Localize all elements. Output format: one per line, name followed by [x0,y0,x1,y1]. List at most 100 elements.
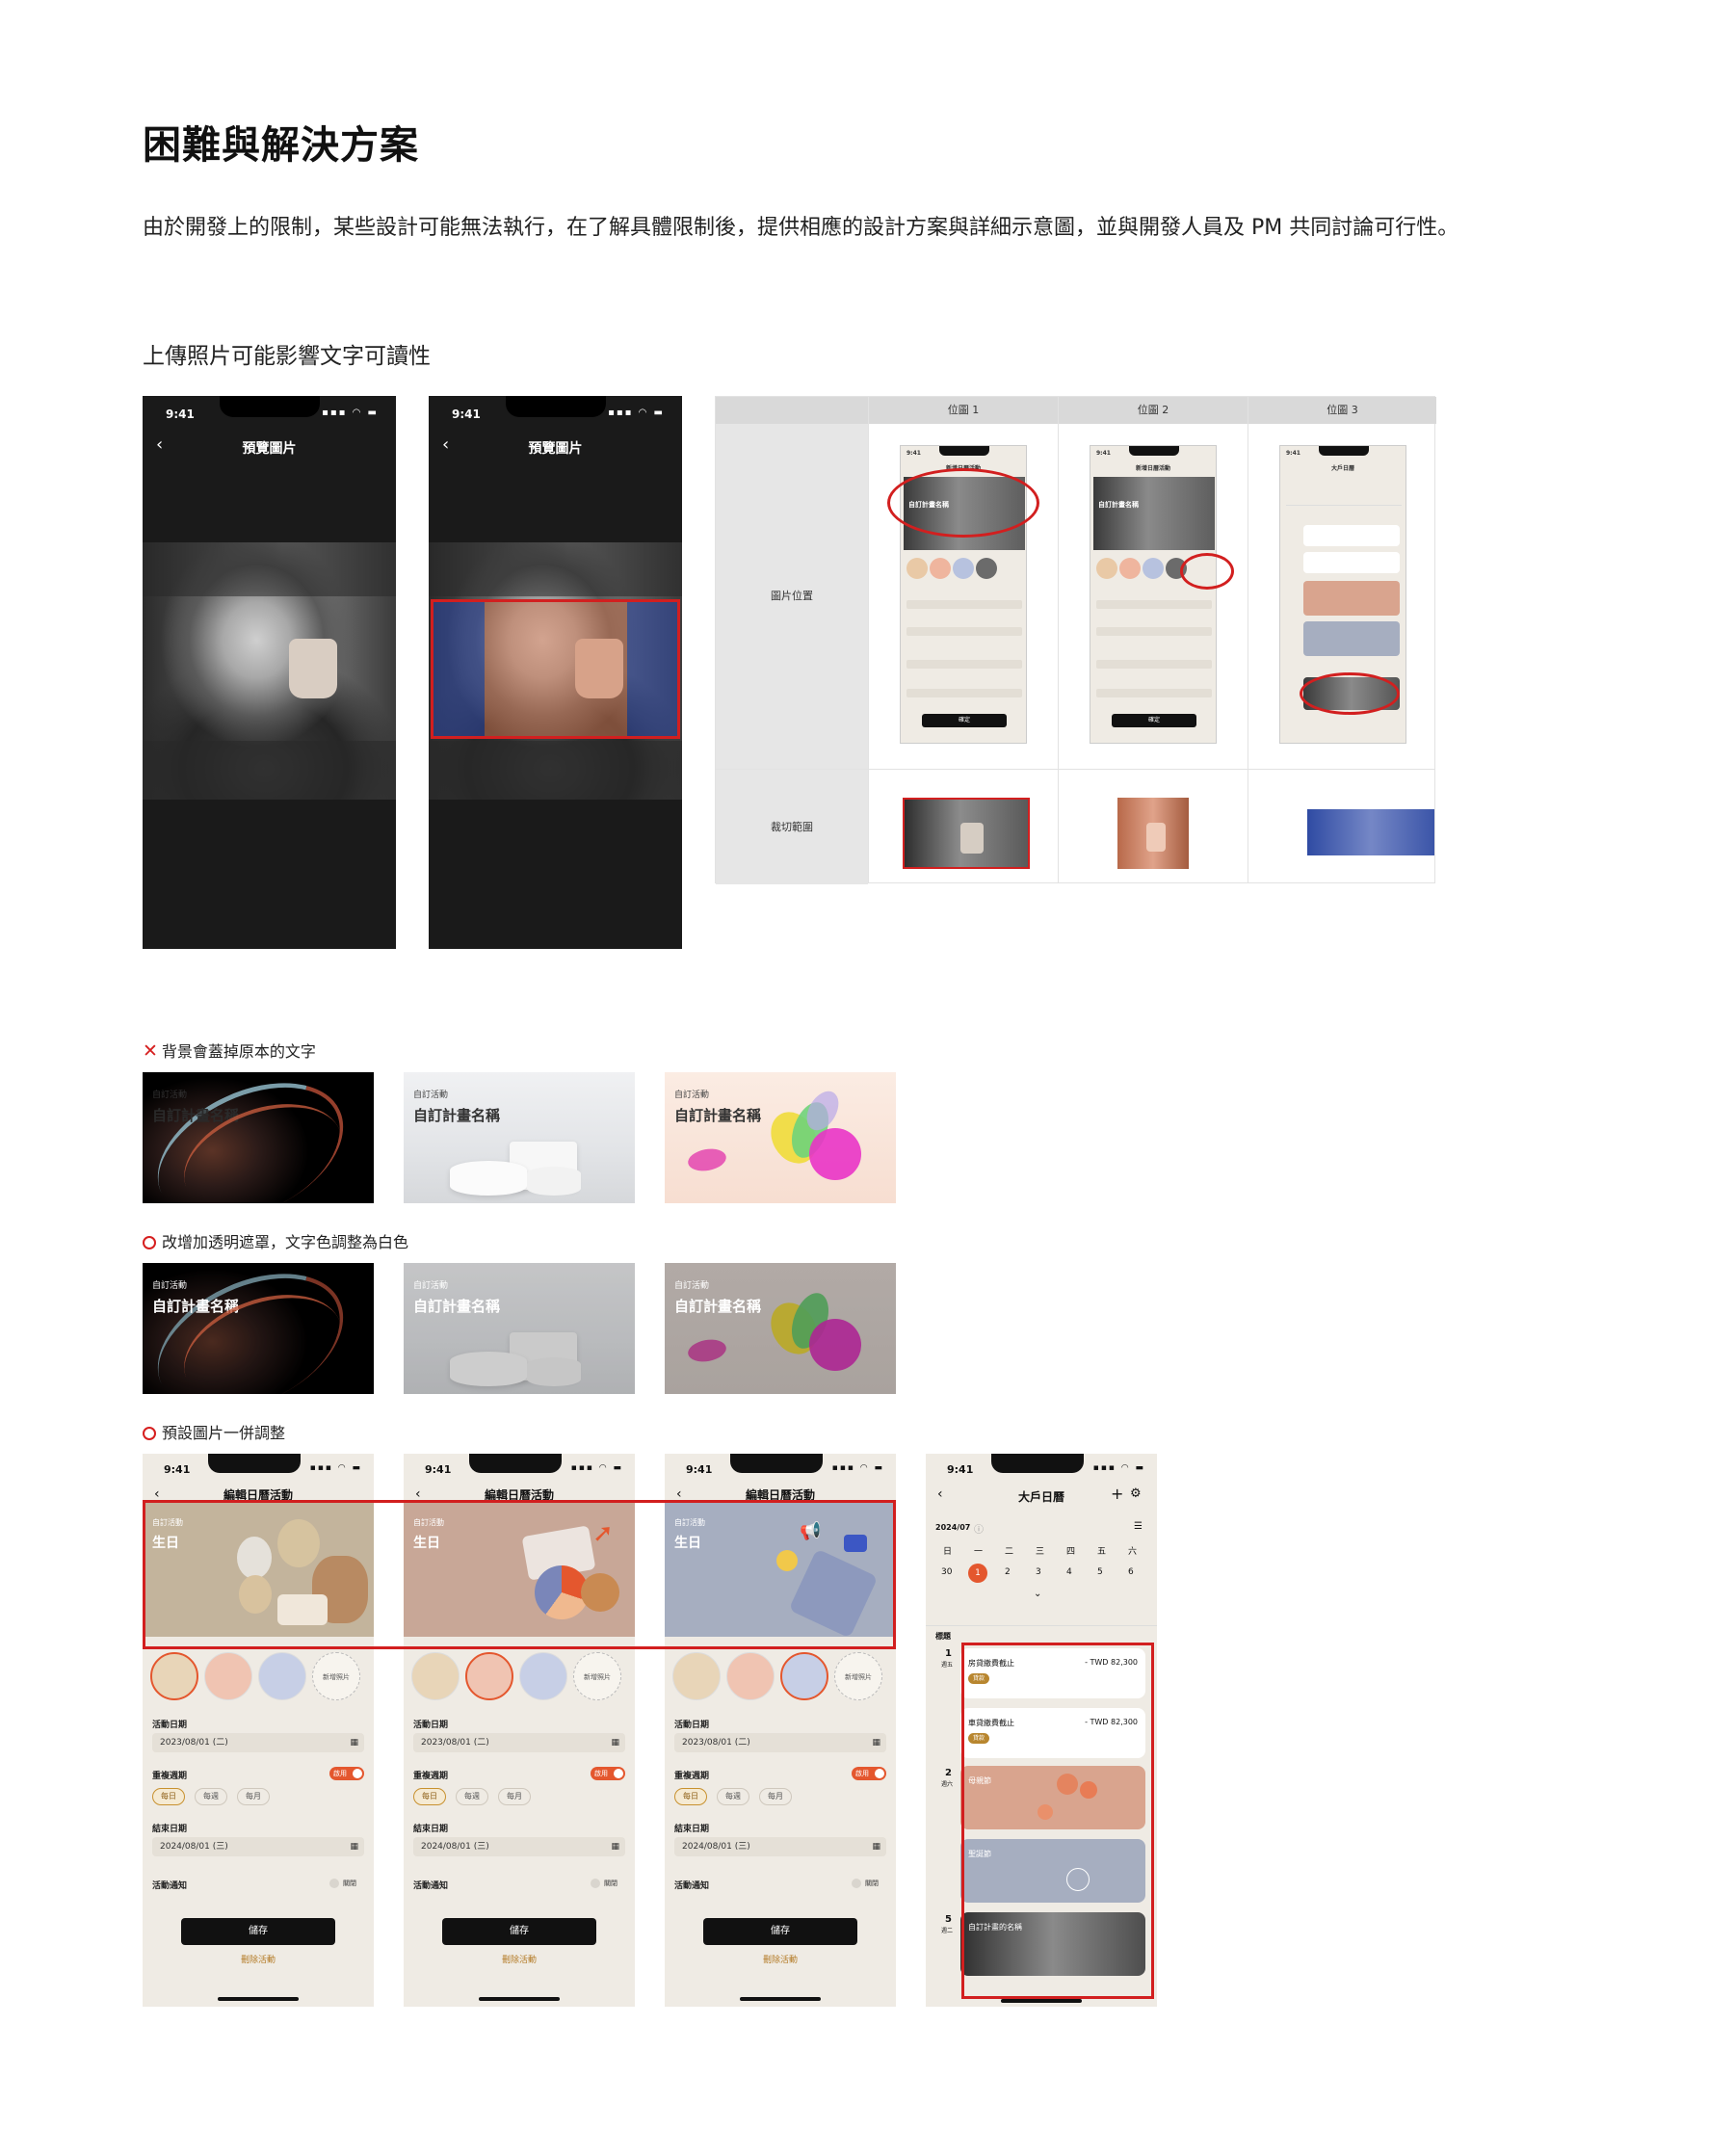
info-icon[interactable]: ⓘ [974,1521,984,1536]
calendar-icon: ▦ [872,1738,880,1748]
hero-highlight-box [143,1500,896,1649]
thumb-birthday[interactable] [672,1652,721,1700]
banner-small-text: 自訂活動 [674,1281,710,1291]
thumb-birthday[interactable] [411,1652,460,1700]
mini-field [1096,660,1212,669]
start-date-field[interactable]: 2023/08/01 (二) ▦ [674,1733,886,1752]
banner-small-text: 自訂活動 [674,1091,710,1100]
repeat-toggle[interactable]: 啟用 [852,1767,886,1780]
day-cell[interactable]: 3 [1036,1567,1041,1577]
thumb-social[interactable] [780,1652,828,1700]
notify-toggle[interactable]: 關閉 [591,1877,625,1890]
delete-link[interactable]: 刪除活動 [665,1953,896,1965]
divider [868,397,869,882]
delete-link[interactable]: 刪除活動 [404,1953,635,1965]
cup-shape [289,639,337,698]
thumb-finance[interactable] [465,1652,513,1700]
chip-weekly[interactable]: 每週 [456,1788,488,1805]
mini-calendar-strip [1286,479,1402,506]
thumb-finance[interactable] [204,1652,252,1700]
chip-daily[interactable]: 每日 [413,1788,446,1805]
chip-monthly[interactable]: 每月 [498,1788,531,1805]
notify-toggle[interactable]: 關閉 [329,1877,364,1890]
add-photo-button[interactable]: 新增照片 [573,1652,621,1700]
preview-phone-1: 9:41 ▪▪▪ ◠ ▬ ‹ 預覽圖片 [143,396,396,949]
weekday: 日 [943,1547,953,1557]
section-title: 上傳照片可能影響文字可讀性 [143,344,431,369]
mini-save-button: 確定 [922,714,1007,727]
thumb-finance[interactable] [726,1652,775,1700]
dim-band-bottom [143,741,396,800]
thumb-social[interactable] [519,1652,567,1700]
calendar-icon: ▦ [350,1738,358,1748]
phone-notch [469,1454,562,1473]
status-time: 9:41 [166,408,195,421]
calendar-icon: ▦ [350,1842,358,1852]
col-header-1: 位圖 1 [869,397,1058,424]
mini-card-mothers-day [1303,581,1400,616]
highlight-ellipse [887,468,1039,538]
home-indicator [1001,1999,1082,2003]
banner-large-text: 自訂計畫名稱 [152,1107,240,1124]
end-date-field[interactable]: 2024/08/01 (三) ▦ [152,1837,364,1856]
day-cell[interactable]: 5 [1097,1567,1103,1577]
chip-weekly[interactable]: 每週 [717,1788,749,1805]
banner-small-text: 自訂活動 [152,1091,188,1100]
filter-icon[interactable]: ☰ [1134,1521,1143,1532]
chip-daily[interactable]: 每日 [152,1788,185,1805]
status-time: 9:41 [452,408,481,421]
page-description: 由於開發上的限制，某些設計可能無法執行，在了解具體限制後，提供相應的設計方案與詳… [143,216,1459,240]
row-label-crop: 裁切範圍 [716,770,868,884]
delete-link[interactable]: 刪除活動 [143,1953,374,1965]
thumb-birthday[interactable] [150,1652,198,1700]
dim-band-bottom [429,741,682,800]
repeat-toggle[interactable]: 啟用 [329,1767,364,1780]
weekday: 五 [1097,1547,1107,1557]
chip-daily[interactable]: 每日 [674,1788,707,1805]
day-cell[interactable]: 30 [941,1567,952,1577]
chip-monthly[interactable]: 每月 [759,1788,792,1805]
save-button[interactable]: 儲存 [703,1918,857,1945]
repeat-label: 重複週期 [674,1772,710,1781]
add-icon[interactable]: + [1111,1485,1123,1503]
day-cell[interactable]: 4 [1066,1567,1072,1577]
status-time: 9:41 [425,1463,452,1476]
add-photo-button[interactable]: 新增照片 [312,1652,360,1700]
banner-large-text: 自訂計畫名稱 [413,1107,501,1124]
col-header-2: 位圖 2 [1059,397,1248,424]
status-time: 9:41 [947,1463,974,1476]
day-cell[interactable]: 6 [1128,1567,1134,1577]
mini-field [906,660,1022,669]
day-number: 2 [945,1768,952,1778]
save-button[interactable]: 儲存 [181,1918,335,1945]
chip-weekly[interactable]: 每週 [195,1788,227,1805]
start-date-field[interactable]: 2023/08/01 (二) ▦ [413,1733,625,1752]
phone-notch [220,396,320,417]
mini-title: 大戶日曆 [1330,465,1354,472]
mini-title: 新增日曆活動 [1135,465,1170,472]
status-icons: ▪▪▪ ◠ ▬ [322,408,379,418]
phone-notch [730,1454,823,1473]
chevron-down-icon[interactable]: ⌄ [1034,1589,1041,1599]
add-photo-button[interactable]: 新增照片 [834,1652,882,1700]
mini-field [906,627,1022,636]
end-date-label: 結束日期 [152,1825,188,1834]
day-cell[interactable]: 2 [1005,1567,1011,1577]
save-button[interactable]: 儲存 [442,1918,596,1945]
notify-toggle[interactable]: 關閉 [852,1877,886,1890]
day-cell-selected[interactable]: 1 [968,1564,987,1583]
repeat-toggle[interactable]: 啟用 [591,1767,625,1780]
mini-card [1303,525,1400,546]
month-label[interactable]: 2024/07 [935,1523,970,1532]
status-time: 9:41 [1286,450,1300,457]
start-date-field[interactable]: 2023/08/01 (二) ▦ [152,1733,364,1752]
phone-notch [506,396,606,417]
end-date-field[interactable]: 2024/08/01 (三) ▦ [413,1837,625,1856]
calendar-highlight-box [961,1643,1154,1999]
mini-field [1096,689,1212,697]
end-date-field[interactable]: 2024/08/01 (三) ▦ [674,1837,886,1856]
thumb-social[interactable] [258,1652,306,1700]
chip-monthly[interactable]: 每月 [237,1788,270,1805]
status-icons: ▪▪▪ ◠ ▬ [831,1463,884,1473]
gear-icon[interactable]: ⚙ [1130,1486,1142,1501]
